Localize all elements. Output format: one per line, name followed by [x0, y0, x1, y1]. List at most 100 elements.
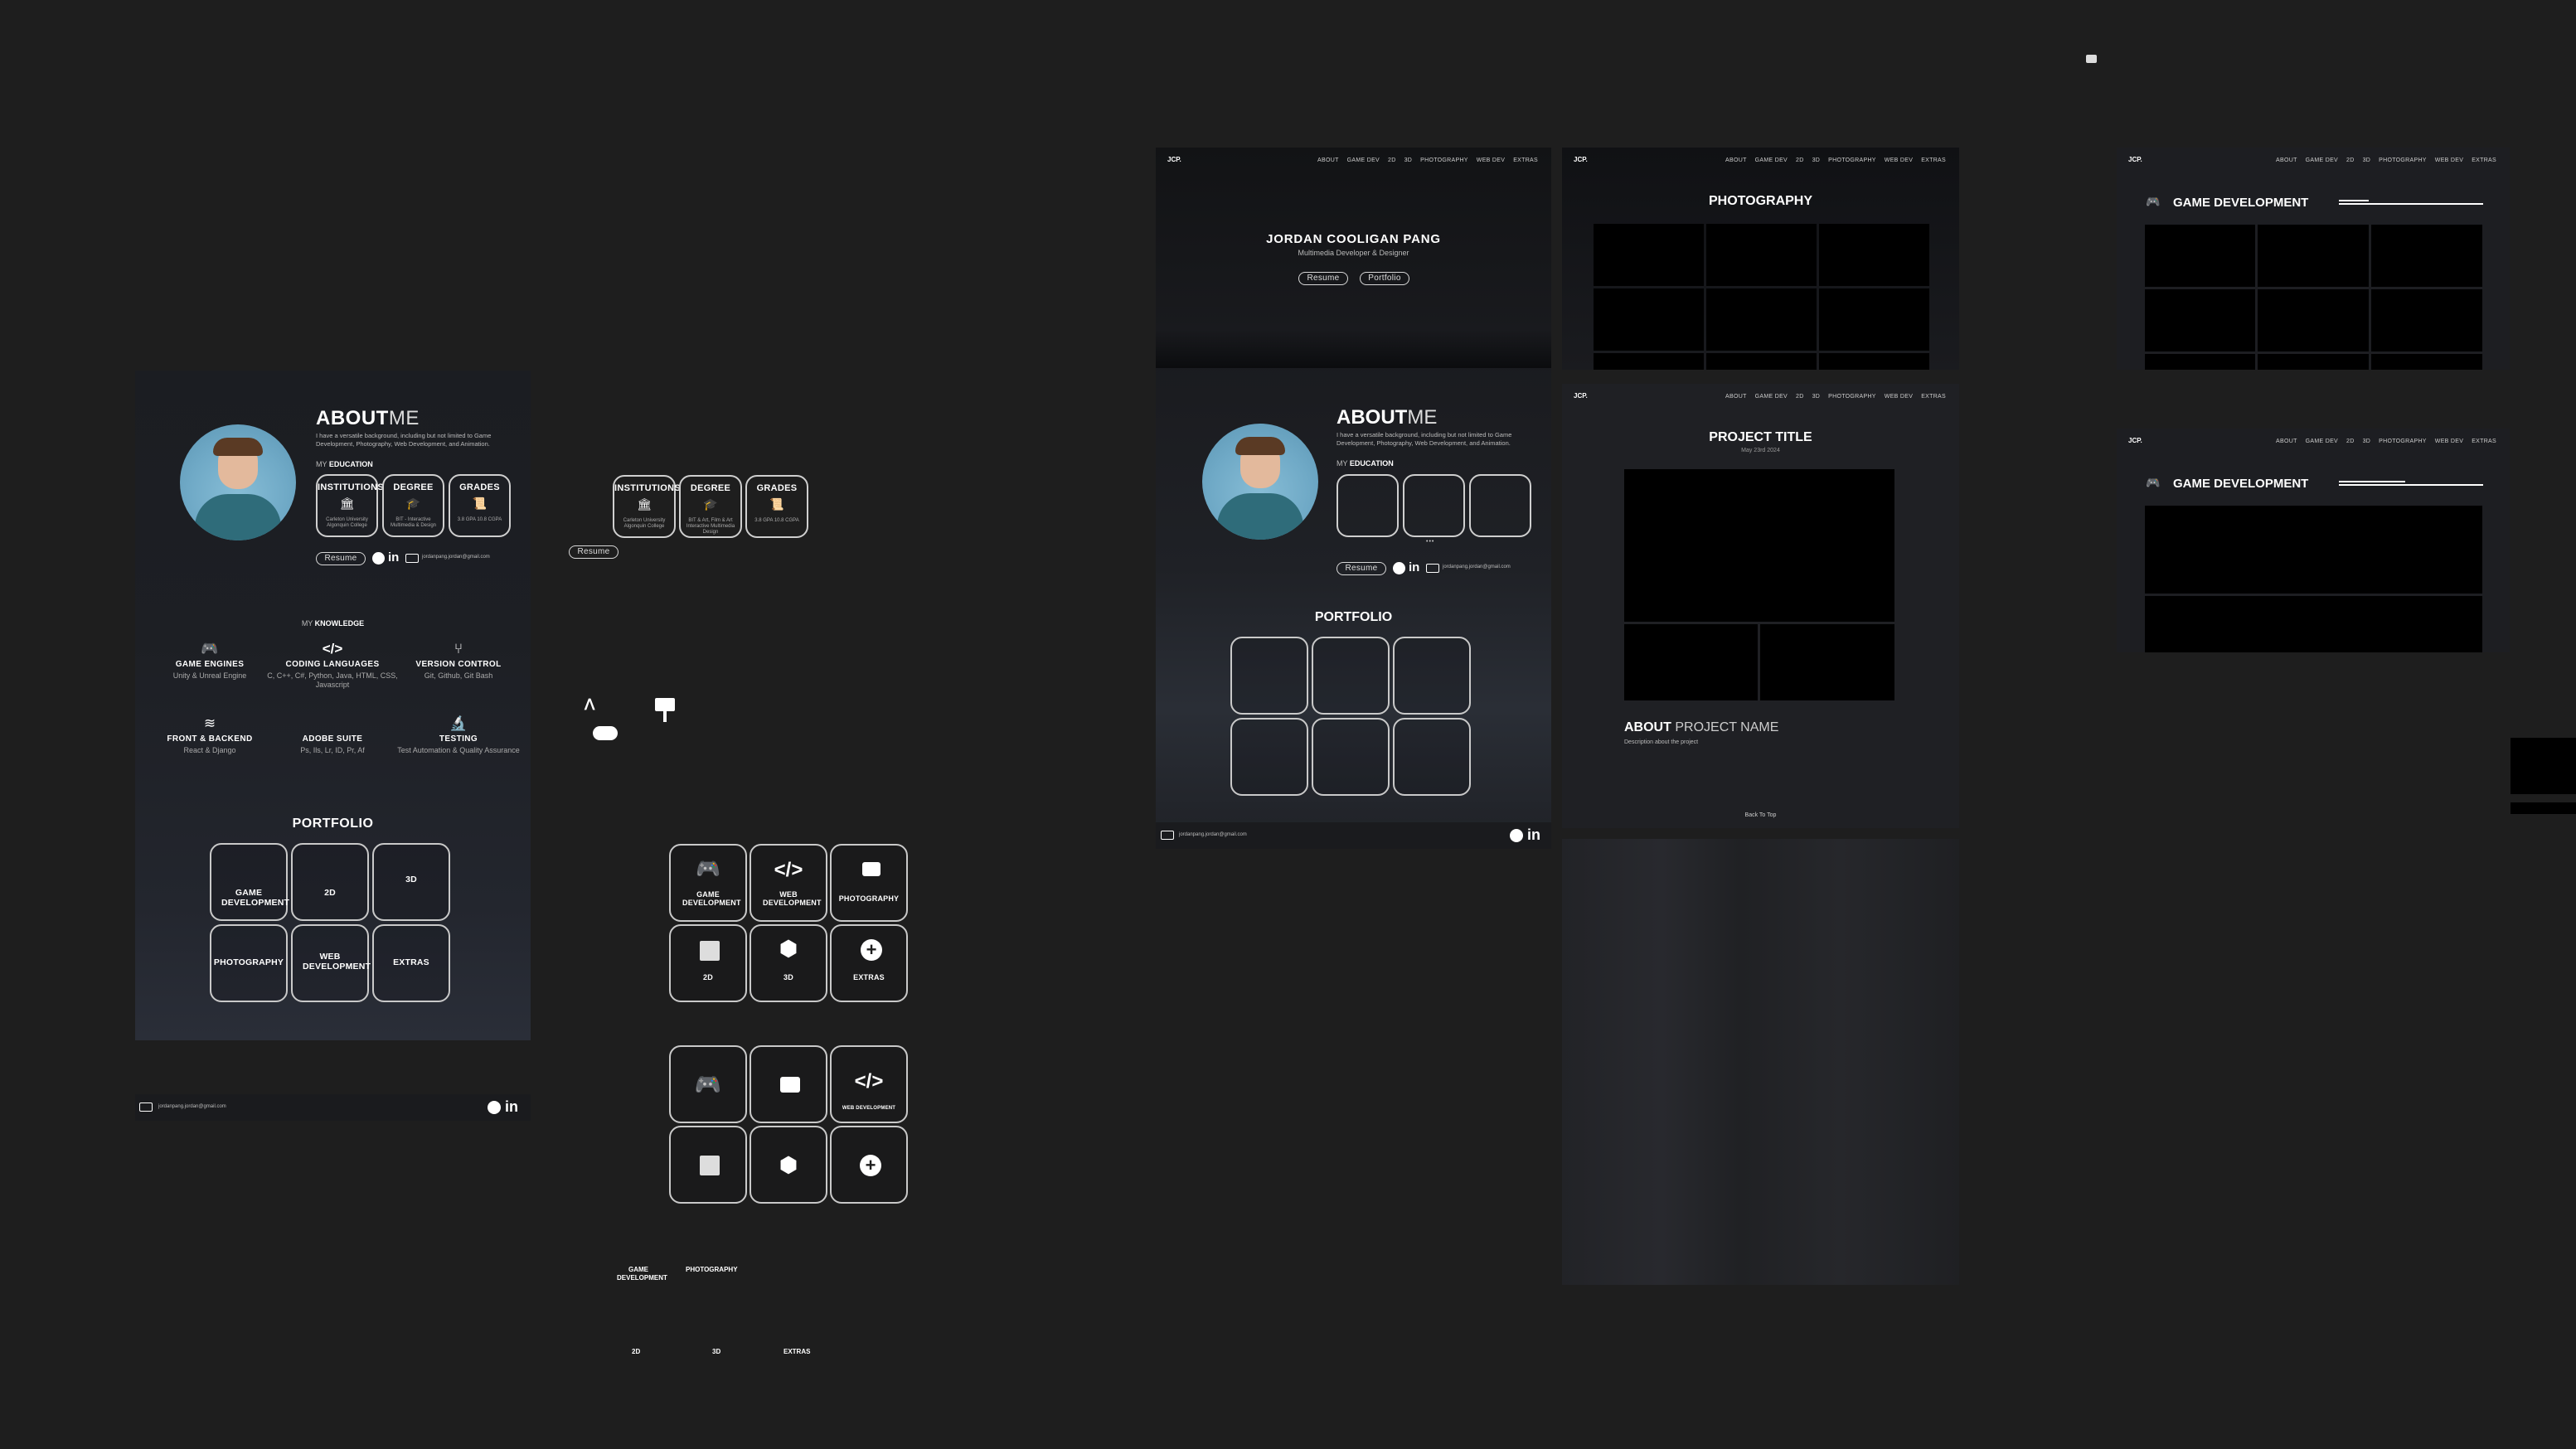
- game-thumb[interactable]: [2145, 354, 2255, 370]
- icon-tile-code[interactable]: </> WEB DEVELOPMENT: [830, 1045, 908, 1123]
- code-icon: </>: [854, 1070, 884, 1093]
- photo-thumb[interactable]: [1594, 353, 1704, 370]
- skill-front-backend: ≋ FRONT & BACKEND React & Django: [139, 716, 280, 755]
- camera-icon: [862, 862, 880, 876]
- mail-icon[interactable]: [1161, 831, 1174, 840]
- linkedin-icon[interactable]: in: [1409, 560, 1419, 574]
- game-thumb[interactable]: [2145, 289, 2255, 351]
- photo-thumb[interactable]: [1819, 353, 1929, 370]
- site-logo[interactable]: JCP.: [1574, 392, 1588, 400]
- icon-tile-gamepad[interactable]: 🎮: [669, 1045, 747, 1123]
- skill-game-engines: 🎮 GAME ENGINES Unity & Unreal Engine: [139, 642, 280, 681]
- portfolio-tile-web-dev[interactable]: WEB DEVELOPMENT: [291, 924, 371, 1002]
- project-image: [1624, 624, 1758, 700]
- about-intro: I have a versatile background, including…: [1337, 431, 1512, 447]
- game-thumb[interactable]: [2145, 225, 2255, 287]
- mail-icon[interactable]: [405, 554, 419, 563]
- icon-tile-extras[interactable]: + EXTRAS: [830, 924, 908, 1002]
- back-to-top-link[interactable]: Back To Top: [1562, 812, 1959, 818]
- photo-thumb[interactable]: [1706, 288, 1817, 351]
- nav-2d[interactable]: 2D: [1388, 158, 1396, 163]
- linkedin-icon[interactable]: in: [505, 1098, 518, 1116]
- site-logo[interactable]: JCP.: [1574, 156, 1588, 163]
- game-video[interactable]: [2145, 506, 2482, 594]
- hero-portfolio-button[interactable]: Portfolio: [1360, 272, 1409, 285]
- portfolio-tile-1[interactable]: [1230, 637, 1308, 715]
- portfolio-tile-4[interactable]: [1230, 718, 1308, 796]
- game-thumb[interactable]: [2371, 289, 2482, 351]
- photo-thumb[interactable]: [1594, 224, 1704, 286]
- contact-email[interactable]: jordanpang.jordan@gmail.com: [422, 555, 490, 560]
- resume-button[interactable]: Resume: [1337, 562, 1386, 575]
- site-logo[interactable]: JCP.: [1167, 156, 1181, 163]
- square-icon: [700, 941, 720, 961]
- game-thumb[interactable]: [2258, 354, 2369, 370]
- site-logo[interactable]: JCP.: [2128, 156, 2142, 163]
- photo-thumb[interactable]: [1819, 224, 1929, 286]
- portfolio-tile-photography[interactable]: PHOTOGRAPHY: [210, 924, 288, 1002]
- photo-thumb[interactable]: [1594, 288, 1704, 351]
- carousel-dots[interactable]: •••: [1426, 539, 1434, 545]
- github-icon[interactable]: [1510, 829, 1523, 842]
- resume-button[interactable]: Resume: [316, 552, 366, 565]
- nav-game-dev[interactable]: GAME DEV: [1347, 158, 1380, 163]
- portfolio-tile-2[interactable]: [1312, 637, 1390, 715]
- mail-icon[interactable]: [1426, 564, 1439, 573]
- edu-card-grades: GRADES 📜 3.8 GPA 10.8 CGPA: [449, 474, 511, 537]
- project-date: May 23rd 2024: [1741, 448, 1780, 453]
- github-icon[interactable]: [488, 1101, 501, 1114]
- linkedin-icon[interactable]: in: [1527, 826, 1540, 844]
- nav-extras[interactable]: EXTRAS: [1513, 158, 1538, 163]
- skill-adobe-suite: ADOBE SUITE Ps, Ils, Lr, ID, Pr, Af: [262, 716, 403, 755]
- icon-tile-game-dev[interactable]: 🎮 GAME DEVELOPMENT: [669, 844, 747, 922]
- github-icon[interactable]: [1393, 562, 1405, 574]
- project-image: [1760, 624, 1894, 700]
- icon-tile-2d[interactable]: 2D: [669, 924, 747, 1002]
- graduation-cap-icon: 🎓: [405, 497, 421, 510]
- github-icon[interactable]: [372, 552, 385, 565]
- hero-resume-button[interactable]: Resume: [1298, 272, 1348, 285]
- footer-email[interactable]: jordanpang.jordan@gmail.com: [158, 1104, 226, 1109]
- nav-about[interactable]: ABOUT: [1317, 158, 1339, 163]
- edu-card-empty-2: [1403, 474, 1465, 537]
- portfolio-tile-3d[interactable]: 3D: [372, 843, 450, 921]
- game-thumb[interactable]: [2258, 225, 2369, 287]
- nav-web-dev[interactable]: WEB DEV: [1477, 158, 1505, 163]
- loose-label-3d: 3D: [712, 1348, 721, 1355]
- photo-thumb[interactable]: [1706, 353, 1817, 370]
- icon-tile-web-dev[interactable]: </> WEB DEVELOPMENT: [750, 844, 827, 922]
- icon-tile-plus[interactable]: +: [830, 1126, 908, 1204]
- project-title: PROJECT TITLE: [1709, 430, 1812, 444]
- portfolio-tile-game-dev[interactable]: GAME DEVELOPMENT: [210, 843, 289, 921]
- game-video[interactable]: [2145, 596, 2482, 652]
- portfolio-tile-6[interactable]: [1393, 718, 1471, 796]
- hero-trees: [1156, 330, 1551, 368]
- camera-icon: [2086, 55, 2097, 63]
- game-thumb[interactable]: [2371, 354, 2482, 370]
- footer-email[interactable]: jordanpang.jordan@gmail.com: [1179, 832, 1247, 837]
- linkedin-icon[interactable]: in: [388, 550, 399, 565]
- icon-tile-square[interactable]: [669, 1126, 747, 1204]
- game-thumb[interactable]: [2371, 225, 2482, 287]
- photo-thumb[interactable]: [1706, 224, 1817, 286]
- about-heading-light: ME: [1407, 406, 1438, 429]
- nav-photography[interactable]: PHOTOGRAPHY: [1420, 158, 1468, 163]
- nav-3d[interactable]: 3D: [1404, 158, 1413, 163]
- contact-email[interactable]: jordanpang.jordan@gmail.com: [1443, 565, 1511, 569]
- home-page-frame: JCP. ABOUT GAME DEV 2D 3D PHOTOGRAPHY WEB DEV…: [1156, 148, 1551, 849]
- icon-tile-camera[interactable]: [750, 1045, 827, 1123]
- adobe-icon: [262, 716, 403, 733]
- photo-thumb[interactable]: [1819, 288, 1929, 351]
- icon-tile-cube[interactable]: ⬢: [750, 1126, 827, 1204]
- portfolio-tile-2d[interactable]: 2D: [291, 843, 369, 921]
- icon-tile-photography[interactable]: PHOTOGRAPHY: [830, 844, 908, 922]
- asset-resume-button[interactable]: Resume: [569, 545, 619, 559]
- mail-icon[interactable]: [139, 1102, 153, 1112]
- camera-icon: [780, 1077, 800, 1093]
- portfolio-tile-3[interactable]: [1393, 637, 1471, 715]
- icon-tile-3d[interactable]: ⬢ 3D: [750, 924, 827, 1002]
- site-logo[interactable]: JCP.: [2128, 437, 2142, 444]
- portfolio-tile-extras[interactable]: EXTRAS: [372, 924, 450, 1002]
- portfolio-tile-5[interactable]: [1312, 718, 1390, 796]
- game-thumb[interactable]: [2258, 289, 2369, 351]
